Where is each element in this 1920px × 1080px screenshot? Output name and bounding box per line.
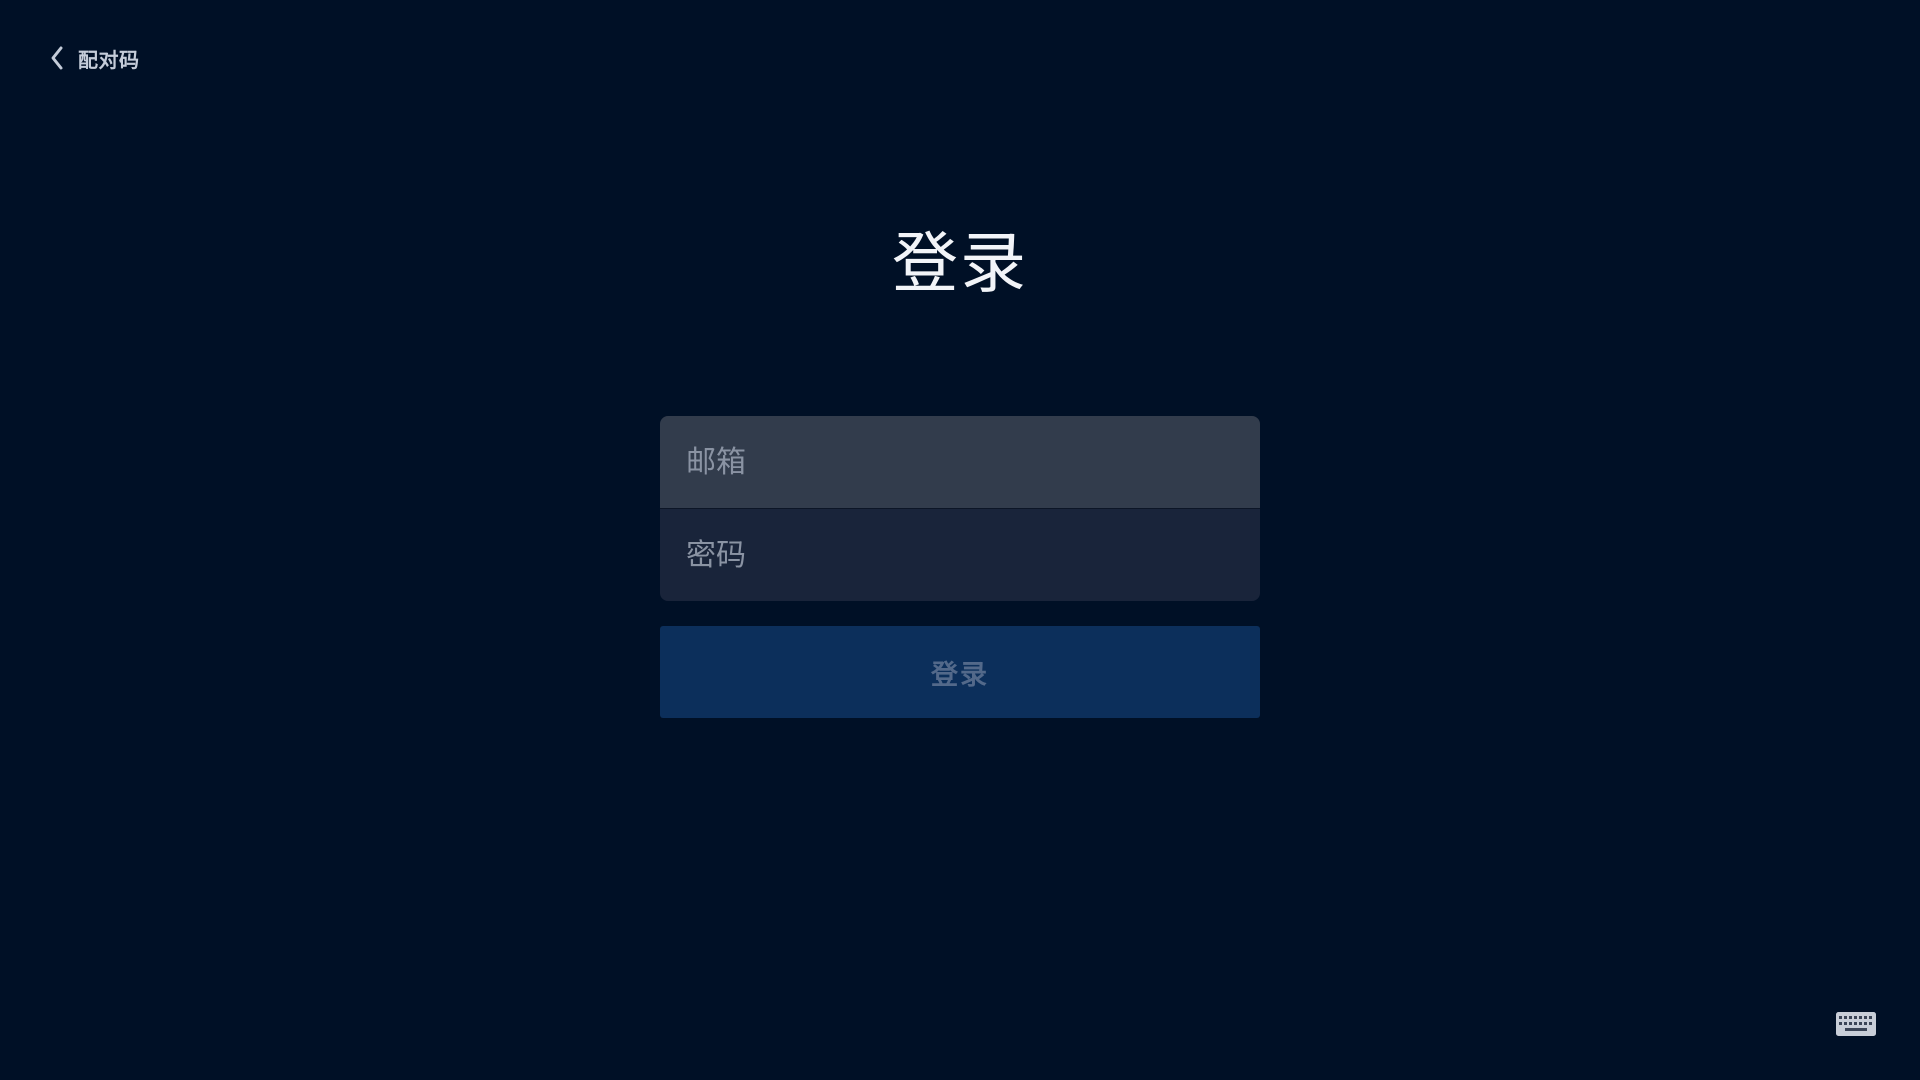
login-button[interactable]: 登录 [660,626,1260,718]
back-button[interactable]: 配对码 [48,40,140,76]
keyboard-icon[interactable] [1836,1012,1876,1036]
email-field[interactable] [660,416,1260,509]
back-button-label: 配对码 [78,47,140,72]
page-title: 登录 [892,225,1028,302]
password-field[interactable] [660,509,1260,601]
credentials-group [660,416,1260,601]
login-screen: 配对码 登录 登录 [0,0,1920,1080]
chevron-left-icon [51,46,63,70]
login-form: 登录 [660,416,1260,718]
